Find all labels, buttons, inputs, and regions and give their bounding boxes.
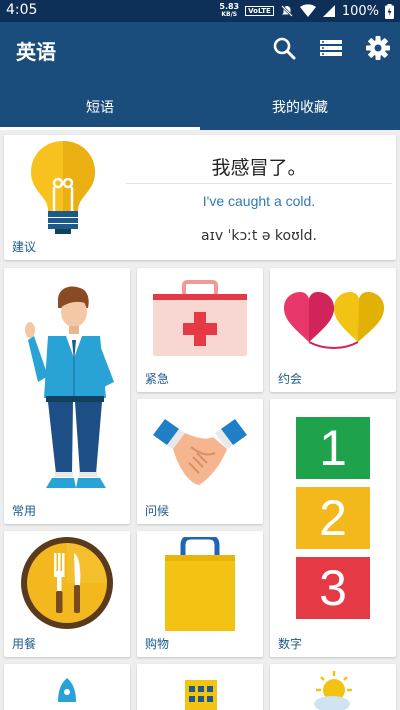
status-indicators: 5.83 KB/S VoLTE 100% xyxy=(219,2,394,20)
list-icon xyxy=(320,40,342,56)
category-label-emergency: 紧急 xyxy=(145,372,170,386)
number-block-three-text: 3 xyxy=(319,560,347,616)
hearts-icon xyxy=(284,292,384,349)
handshake-icon xyxy=(153,419,247,485)
shopping-bag-icon xyxy=(165,537,235,631)
category-card-shopping[interactable]: 购物 xyxy=(137,531,263,657)
category-label-common: 常用 xyxy=(12,504,37,518)
waving-man-icon xyxy=(25,286,114,488)
category-label-dating: 约会 xyxy=(278,372,303,386)
mute-icon xyxy=(280,5,293,17)
gear-icon xyxy=(366,36,390,60)
first-aid-kit-icon xyxy=(153,280,247,356)
category-card-dating[interactable]: 约会 xyxy=(270,268,396,392)
category-card-travel[interactable] xyxy=(4,664,130,710)
tip-card[interactable]: 建议 我感冒了。 I've caught a cold. aɪv ˈkɔːt ə… xyxy=(4,135,396,260)
tip-phonetic: aɪv ˈkɔːt ə koʊld. xyxy=(201,228,317,244)
wifi-icon xyxy=(299,4,316,17)
battery-charging-icon xyxy=(385,3,394,19)
network-speed: 5.83 KB/S xyxy=(219,3,239,19)
sun-cloud-icon xyxy=(314,671,352,710)
category-card-greetings[interactable]: 问候 xyxy=(137,399,263,524)
tab-phrases-label: 短语 xyxy=(86,100,114,116)
category-card-common[interactable]: 常用 xyxy=(4,268,130,524)
category-card-hotel[interactable] xyxy=(137,664,263,710)
rocket-icon xyxy=(58,678,76,702)
network-speed-value: 5.83 xyxy=(219,2,240,11)
category-card-weather[interactable] xyxy=(270,664,396,710)
numbers-icon: 1 2 3 xyxy=(296,417,370,635)
number-block-two-text: 2 xyxy=(319,490,347,546)
category-label-shopping: 购物 xyxy=(145,637,170,651)
lightbulb-icon xyxy=(31,141,95,234)
tip-label: 建议 xyxy=(12,240,37,254)
tip-phrase-english: I've caught a cold. xyxy=(202,193,316,209)
category-card-numbers[interactable]: 1 2 3 数字 xyxy=(270,399,396,657)
tip-divider xyxy=(126,183,392,184)
hotel-building-icon xyxy=(185,680,217,710)
number-block-two: 2 xyxy=(296,487,370,549)
tab-phrases[interactable]: 短语 xyxy=(0,84,200,130)
tab-favorites-label: 我的收藏 xyxy=(272,100,328,116)
fork-knife-plate-icon xyxy=(21,537,113,629)
status-time: 4:05 xyxy=(6,2,38,18)
category-label-numbers: 数字 xyxy=(278,637,303,651)
list-button[interactable] xyxy=(317,34,345,62)
number-block-three: 3 xyxy=(296,557,370,619)
number-block-one-text: 1 xyxy=(319,420,347,476)
app-bar: 英语 短语 我的收藏 xyxy=(0,22,400,130)
search-icon xyxy=(273,37,296,60)
app-title: 英语 xyxy=(16,40,56,64)
tab-bar: 短语 我的收藏 xyxy=(0,84,400,130)
category-card-dining[interactable]: 用餐 xyxy=(4,531,130,657)
search-button[interactable] xyxy=(270,34,298,62)
status-bar: 4:05 5.83 KB/S VoLTE 100% xyxy=(0,0,400,22)
number-block-one: 1 xyxy=(296,417,370,479)
tab-favorites[interactable]: 我的收藏 xyxy=(200,84,400,130)
signal-icon xyxy=(322,5,335,17)
category-label-dining: 用餐 xyxy=(12,637,37,651)
settings-button[interactable] xyxy=(364,34,392,62)
battery-percent: 100% xyxy=(341,3,379,19)
volte-badge: VoLTE xyxy=(245,6,274,16)
category-label-greetings: 问候 xyxy=(145,504,170,518)
category-card-emergency[interactable]: 紧急 xyxy=(137,268,263,392)
tip-phrase-chinese: 我感冒了。 xyxy=(211,157,307,179)
network-speed-unit: KB/S xyxy=(221,11,238,18)
